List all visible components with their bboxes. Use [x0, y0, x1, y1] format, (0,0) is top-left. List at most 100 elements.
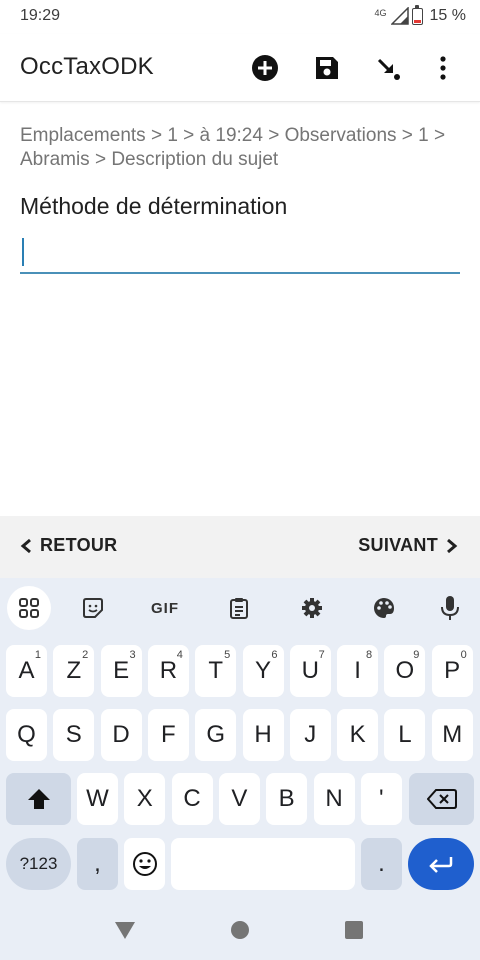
key-z[interactable]: Z2: [53, 645, 95, 697]
key-hint: 2: [82, 649, 89, 661]
apps-icon: [19, 598, 39, 618]
signal-icon: [390, 7, 409, 25]
key-label: H: [254, 721, 272, 748]
key-label: Q: [17, 721, 36, 748]
system-back-button[interactable]: [113, 918, 137, 942]
key-m[interactable]: M: [431, 709, 473, 761]
key-label: K: [349, 721, 366, 748]
network-type: 4G: [374, 7, 387, 18]
key-hint: 4: [176, 649, 183, 661]
palette-icon: [374, 598, 394, 618]
keyboard: GIF A 1 Z 2 E 3 R 4 T 5 Y 6 U 7 I 8 O 9 …: [0, 578, 480, 900]
voice-input-button[interactable]: [428, 586, 472, 630]
key-n[interactable]: N: [313, 773, 355, 825]
jump-icon: [377, 58, 400, 80]
breadcrumb: Emplacements > 1 > à 19:24 > Observation…: [20, 125, 446, 170]
key-c[interactable]: C: [171, 773, 213, 825]
keyboard-toolbar: GIF: [0, 578, 480, 638]
next-label: SUIVANT: [358, 535, 438, 555]
shift-icon: [27, 789, 50, 809]
jump-button[interactable]: [358, 52, 420, 84]
symbols-key[interactable]: ?123: [6, 838, 71, 890]
key-u[interactable]: U7: [289, 645, 331, 697]
key-hint: 5: [224, 649, 231, 661]
shift-key[interactable]: [6, 773, 71, 825]
form-navigation: RETOUR SUIVANT: [0, 516, 480, 578]
enter-icon: [429, 857, 453, 873]
key-hint: 8: [365, 649, 373, 661]
gif-icon: GIF: [151, 599, 179, 617]
key-label: T: [208, 657, 224, 684]
sticker-button[interactable]: [71, 586, 115, 630]
backspace-key[interactable]: [409, 773, 474, 825]
key-hint: 9: [413, 649, 420, 661]
key-r[interactable]: R4: [147, 645, 189, 697]
key-b[interactable]: B: [266, 773, 308, 825]
key-l[interactable]: L: [384, 709, 426, 761]
settings-button[interactable]: [290, 586, 334, 630]
key-i[interactable]: I8: [337, 645, 379, 697]
key-y[interactable]: Y6: [242, 645, 284, 697]
system-recents-button[interactable]: [342, 918, 366, 942]
key-f[interactable]: F: [147, 709, 189, 761]
key-hint: 1: [34, 649, 41, 661]
key-x[interactable]: X: [124, 773, 166, 825]
save-button[interactable]: [296, 52, 358, 84]
key-label: ': [379, 785, 384, 812]
key-label: F: [161, 721, 176, 748]
gear-icon: [302, 598, 322, 618]
key-s[interactable]: S: [53, 709, 95, 761]
key-k[interactable]: K: [337, 709, 379, 761]
key-apostrophe[interactable]: ': [360, 773, 402, 825]
add-button[interactable]: [234, 52, 296, 84]
comma-key[interactable]: ,: [77, 838, 118, 890]
space-key[interactable]: [171, 838, 355, 890]
key-t[interactable]: T5: [195, 645, 237, 697]
period-key[interactable]: .: [361, 838, 402, 890]
key-p[interactable]: P0: [431, 645, 473, 697]
key-w[interactable]: W: [77, 773, 118, 825]
key-label: D: [112, 721, 130, 748]
key-label: G: [206, 721, 226, 748]
key-label: V: [231, 785, 248, 812]
answer-input[interactable]: [20, 232, 460, 274]
next-button[interactable]: SUIVANT: [358, 535, 458, 556]
key-hint: 0: [460, 649, 467, 661]
back-button[interactable]: RETOUR: [20, 535, 117, 556]
text-caret: [22, 238, 24, 266]
chevron-right-icon: [447, 538, 458, 553]
status-icons: 4G 15 %: [374, 4, 466, 27]
key-v[interactable]: V: [218, 773, 260, 825]
theme-button[interactable]: [362, 586, 406, 630]
key-j[interactable]: J: [289, 709, 331, 761]
key-hint: 3: [129, 649, 136, 661]
key-label: Z: [66, 657, 82, 684]
sticker-icon: [83, 598, 103, 618]
key-label: N: [325, 785, 343, 812]
status-bar: 19:29 4G 15 %: [0, 0, 480, 34]
battery-percent: 15 %: [429, 7, 466, 24]
system-home-button[interactable]: [228, 918, 252, 942]
key-label: S: [65, 721, 82, 748]
key-label: E: [113, 657, 130, 684]
key-o[interactable]: O9: [384, 645, 426, 697]
clipboard-button[interactable]: [217, 586, 261, 630]
key-label: W: [86, 785, 109, 812]
more-options-button[interactable]: [420, 52, 466, 84]
key-q[interactable]: Q: [6, 709, 47, 761]
key-e[interactable]: E3: [100, 645, 142, 697]
more-vert-icon: [440, 56, 446, 80]
circle-home-icon: [231, 921, 249, 939]
key-g[interactable]: G: [195, 709, 237, 761]
emoji-key[interactable]: [124, 838, 165, 890]
enter-key[interactable]: [408, 838, 474, 890]
apps-button[interactable]: [7, 586, 51, 630]
key-label: A: [18, 657, 35, 684]
key-h[interactable]: H: [242, 709, 284, 761]
save-icon: [316, 57, 338, 79]
gif-button[interactable]: GIF: [143, 586, 187, 630]
key-a[interactable]: A1: [6, 645, 47, 697]
clipboard-icon: [230, 598, 248, 619]
key-label: O: [395, 657, 415, 684]
key-d[interactable]: D: [100, 709, 142, 761]
